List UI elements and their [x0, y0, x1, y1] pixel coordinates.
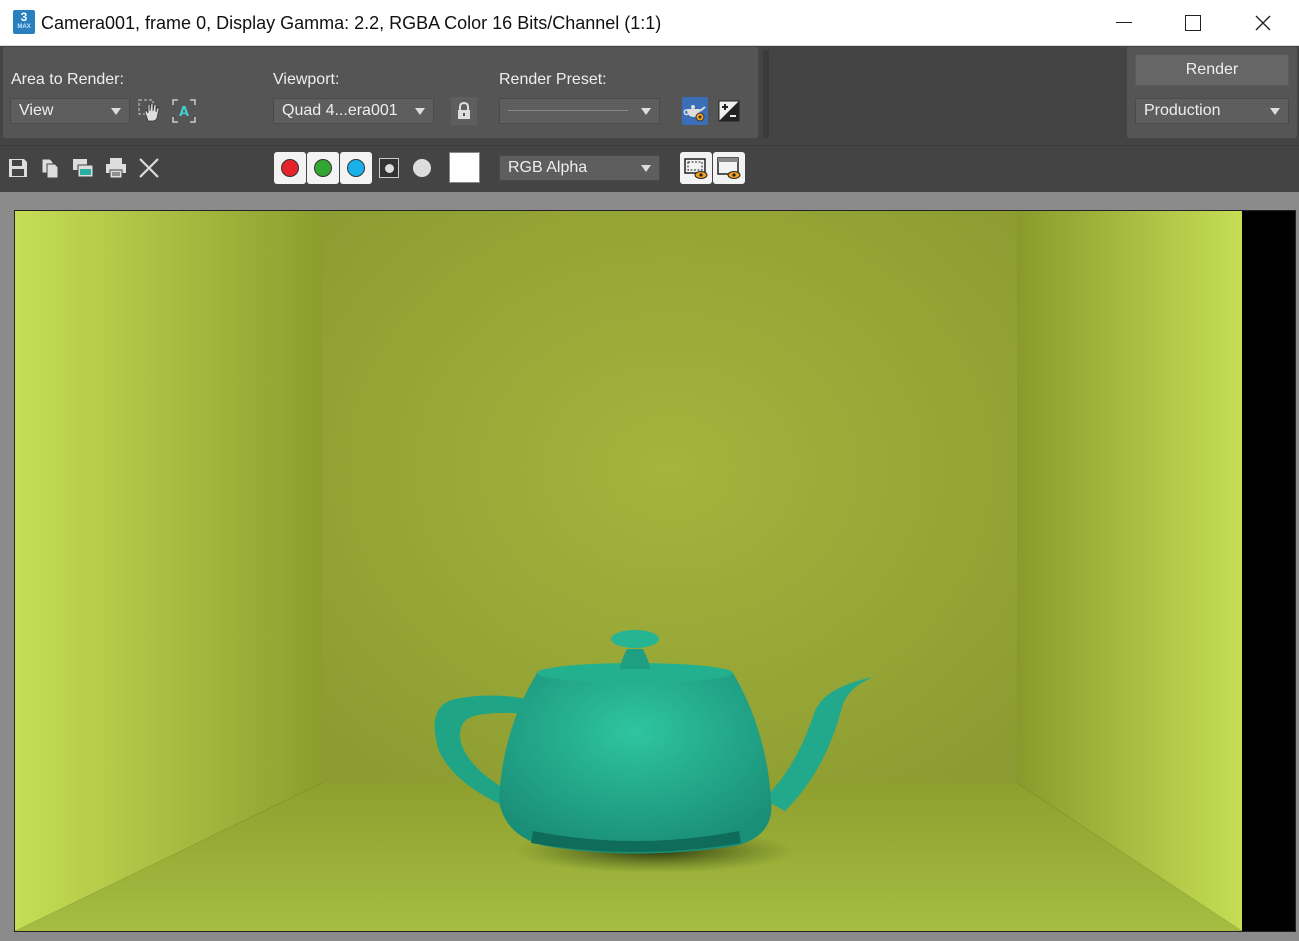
blue-channel-toggle[interactable] [340, 152, 372, 184]
render-button[interactable]: Render [1135, 54, 1289, 86]
red-channel-toggle[interactable] [274, 152, 306, 184]
close-icon [1255, 15, 1271, 30]
clone-window-icon [73, 159, 94, 178]
lock-viewport-button[interactable] [451, 97, 477, 125]
render-preset-dropdown[interactable] [499, 98, 660, 124]
save-icon [9, 159, 27, 177]
clear-x-icon [139, 158, 159, 178]
toolbar-spacer [773, 47, 1125, 138]
viewport-value: Quad 4...era001 [282, 102, 398, 119]
lock-icon [458, 101, 470, 119]
edit-region-button[interactable] [137, 97, 163, 125]
viewport-dropdown[interactable]: Quad 4...era001 [273, 98, 434, 124]
display-channel-dropdown[interactable]: RGB Alpha [499, 155, 660, 181]
clear-image-button[interactable] [135, 152, 163, 184]
monochrome-toggle[interactable] [406, 152, 438, 184]
green-channel-toggle[interactable] [307, 152, 339, 184]
3dsmax-app-icon: 3 MAX [13, 10, 35, 34]
maximize-icon [1185, 14, 1201, 31]
auto-region-icon: A [172, 99, 196, 123]
chevron-down-icon [641, 165, 651, 172]
render-mode-dropdown[interactable]: Production [1135, 98, 1289, 124]
save-image-button[interactable] [4, 152, 32, 184]
svg-text:A: A [179, 105, 189, 120]
auto-region-button[interactable]: A [171, 97, 197, 125]
minimize-button[interactable] [1089, 0, 1159, 45]
render-settings-panel [3, 47, 758, 138]
blue-dot-icon [347, 159, 365, 177]
area-to-render-label: Area to Render: [11, 71, 124, 88]
rendered-image-frame [14, 210, 1296, 932]
chevron-down-icon [415, 108, 425, 115]
print-image-button[interactable] [102, 152, 130, 184]
panel-separator [763, 50, 769, 138]
toggle-ui-overlay-button[interactable] [680, 152, 712, 184]
printer-icon [106, 158, 126, 179]
area-to-render-value: View [19, 102, 54, 119]
render-setup-button[interactable] [682, 97, 708, 125]
display-channel-value: RGB Alpha [508, 159, 588, 176]
green-dot-icon [314, 159, 332, 177]
mono-dot-icon [413, 159, 431, 177]
copy-icon [41, 158, 59, 179]
minimize-icon [1116, 22, 1132, 23]
clone-window-button[interactable] [69, 152, 97, 184]
title-bar: 3 MAX Camera001, frame 0, Display Gamma: … [0, 0, 1299, 46]
area-to-render-dropdown[interactable]: View [10, 98, 130, 124]
red-dot-icon [281, 159, 299, 177]
chevron-down-icon [1270, 108, 1280, 115]
rendered-image [15, 211, 1242, 931]
display-overlay-icon [684, 158, 708, 179]
window-title: Camera001, frame 0, Display Gamma: 2.2, … [41, 13, 662, 33]
window-eye-icon [717, 157, 741, 179]
hand-region-icon [138, 99, 160, 122]
color-swatch[interactable] [449, 152, 480, 183]
render-preset-label: Render Preset: [499, 71, 607, 88]
chevron-down-icon [641, 108, 651, 115]
copy-image-button[interactable] [36, 152, 64, 184]
render-frame-window: 3 MAX Camera001, frame 0, Display Gamma: … [0, 0, 1299, 941]
exposure-control-button[interactable] [716, 97, 742, 125]
exposure-icon [718, 100, 740, 122]
maximize-button[interactable] [1158, 0, 1228, 45]
preset-empty-line [508, 110, 628, 111]
viewport-label: Viewport: [273, 71, 340, 88]
chevron-down-icon [111, 108, 121, 115]
alpha-channel-toggle[interactable] [373, 152, 405, 184]
toggle-ui-button[interactable] [713, 152, 745, 184]
teapot-gear-icon [683, 105, 706, 122]
alpha-icon [379, 158, 399, 178]
render-mode-value: Production [1144, 102, 1221, 119]
close-button[interactable] [1228, 0, 1298, 45]
